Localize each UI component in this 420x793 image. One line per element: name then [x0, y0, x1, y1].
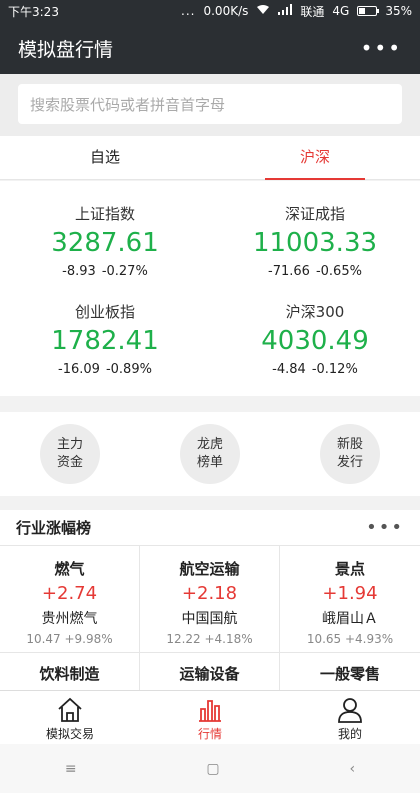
- carrier-label: 联通: [300, 4, 325, 19]
- user-icon: [338, 698, 362, 723]
- index-card[interactable]: 深证成指 11003.33 -71.66 -0.65%: [210, 203, 420, 279]
- industry-cell[interactable]: 燃气 +2.74 贵州燃气 10.47 +9.98%: [0, 546, 140, 653]
- index-change: -8.93 -0.27%: [0, 264, 210, 279]
- industry-cell[interactable]: 运输设备: [140, 653, 280, 690]
- industry-cell[interactable]: 景点 +1.94 峨眉山Ａ 10.65 +4.93%: [280, 546, 420, 653]
- index-change-percent: -0.65%: [315, 264, 362, 279]
- status-bar: 下午3:23 ... 0.00K/s 联通 4G 35%: [0, 0, 420, 22]
- leading-stock-quote: 10.47 +9.98%: [26, 632, 113, 646]
- index-name: 沪深300: [285, 303, 345, 321]
- home-button-icon[interactable]: ▢: [206, 761, 219, 777]
- notification-dots: ...: [181, 4, 196, 18]
- home-icon: [58, 697, 82, 722]
- index-card[interactable]: 沪深300 4030.49 -4.84 -0.12%: [210, 301, 420, 377]
- industry-name: 一般零售: [319, 665, 380, 683]
- index-change: -4.84 -0.12%: [210, 362, 420, 377]
- industry-name: 航空运输: [179, 560, 240, 578]
- index-value: 1782.41: [51, 326, 159, 356]
- nav-label: 行情: [197, 727, 222, 741]
- network-type: 4G: [332, 4, 350, 18]
- tab-shanghai-shenzhen[interactable]: 沪深: [210, 136, 420, 180]
- industry-cell[interactable]: 饮料制造: [0, 653, 140, 690]
- index-change-points: -4.84: [272, 362, 306, 377]
- index-change-points: -8.93: [62, 264, 96, 279]
- industry-grid: 燃气 +2.74 贵州燃气 10.47 +9.98% 航空运输 +2.18 中国…: [0, 546, 420, 690]
- bottom-nav: 模拟交易 行情 我的: [0, 690, 420, 744]
- industry-cell[interactable]: 一般零售: [280, 653, 420, 690]
- index-name: 深证成指: [284, 205, 345, 223]
- index-card[interactable]: 创业板指 1782.41 -16.09 -0.89%: [0, 301, 210, 377]
- market-indices: 上证指数 3287.61 -8.93 -0.27% 深证成指 11003.33 -…: [0, 181, 420, 396]
- quick-link-label: 发行: [336, 455, 363, 470]
- nav-label: 模拟交易: [45, 727, 94, 741]
- quick-link-label: 榜单: [196, 455, 223, 470]
- more-menu-icon[interactable]: •••: [361, 36, 402, 60]
- menu-icon[interactable]: ≡: [65, 761, 77, 777]
- nav-quotes[interactable]: 行情: [140, 691, 280, 744]
- index-name: 创业板指: [74, 303, 135, 321]
- section-title: 行业涨幅榜: [16, 519, 92, 537]
- industry-change: +1.94: [322, 583, 378, 604]
- more-icon[interactable]: •••: [366, 517, 404, 538]
- nav-profile[interactable]: 我的: [280, 691, 420, 744]
- tab-watchlist[interactable]: 自选: [0, 136, 210, 179]
- page-title: 模拟盘行情: [18, 38, 114, 61]
- index-change-percent: -0.89%: [105, 362, 152, 377]
- app-header: 模拟盘行情 •••: [0, 22, 420, 74]
- market-tabs: 自选 沪深: [0, 136, 420, 180]
- battery-icon: [357, 6, 380, 16]
- nav-label: 我的: [337, 727, 362, 741]
- industry-name: 饮料制造: [39, 665, 100, 683]
- search-bar: 搜索股票代码或者拼音首字母: [0, 74, 420, 136]
- leading-stock: 峨眉山Ａ: [322, 611, 378, 627]
- main-funds-button[interactable]: 主力 资金: [40, 424, 100, 484]
- index-name: 上证指数: [74, 205, 135, 223]
- index-change: -16.09 -0.89%: [0, 362, 210, 377]
- bar-chart-icon: [199, 700, 221, 722]
- industry-cell[interactable]: 航空运输 +2.18 中国国航 12.22 +4.18%: [140, 546, 280, 653]
- quick-link-label: 新股: [336, 437, 363, 452]
- industry-name: 运输设备: [179, 665, 240, 683]
- leading-stock-quote: 12.22 +4.18%: [166, 632, 253, 646]
- wifi-icon: [256, 4, 270, 18]
- signal-icon: [278, 4, 293, 18]
- search-input[interactable]: 搜索股票代码或者拼音首字母: [18, 84, 402, 124]
- index-change-points: -16.09: [58, 362, 100, 377]
- quick-link-label: 主力: [56, 437, 83, 452]
- system-nav-bar: ≡ ▢ ‹: [0, 744, 420, 793]
- industry-header: 行业涨幅榜 •••: [0, 510, 420, 546]
- index-change-percent: -0.12%: [311, 362, 358, 377]
- index-card[interactable]: 上证指数 3287.61 -8.93 -0.27%: [0, 203, 210, 279]
- leading-stock-quote: 10.65 +4.93%: [306, 632, 394, 646]
- industry-name: 燃气: [54, 560, 85, 578]
- status-time: 下午3:23: [8, 4, 59, 19]
- leading-stock: 中国国航: [181, 611, 238, 627]
- index-value: 4030.49: [261, 326, 369, 356]
- index-change-percent: -0.27%: [101, 264, 148, 279]
- battery-percent: 35%: [385, 4, 412, 18]
- ipo-button[interactable]: 新股 发行: [320, 424, 380, 484]
- index-value: 11003.33: [252, 228, 378, 258]
- quick-link-label: 龙虎: [196, 437, 223, 452]
- battery-fill: [359, 8, 366, 14]
- industry-change: +2.18: [181, 583, 238, 604]
- index-change-points: -71.66: [268, 264, 310, 279]
- industry-ranking: 行业涨幅榜 ••• 燃气 +2.74 贵州燃气 10.47 +9.98% 航空运…: [0, 510, 420, 690]
- quick-links: 主力资金 龙虎榜单 新股发行: [0, 412, 420, 496]
- network-speed: 0.00K/s: [203, 4, 249, 18]
- dragon-tiger-list-button[interactable]: 龙虎 榜单: [180, 424, 240, 484]
- index-value: 3287.61: [51, 228, 159, 258]
- quick-link-label: 资金: [56, 455, 83, 470]
- industry-change: +2.74: [41, 583, 98, 604]
- index-change: -71.66 -0.65%: [210, 264, 420, 279]
- industry-name: 景点: [334, 560, 365, 578]
- back-icon[interactable]: ‹: [349, 761, 355, 777]
- nav-simulated-trading[interactable]: 模拟交易: [0, 691, 140, 744]
- leading-stock: 贵州燃气: [41, 611, 98, 627]
